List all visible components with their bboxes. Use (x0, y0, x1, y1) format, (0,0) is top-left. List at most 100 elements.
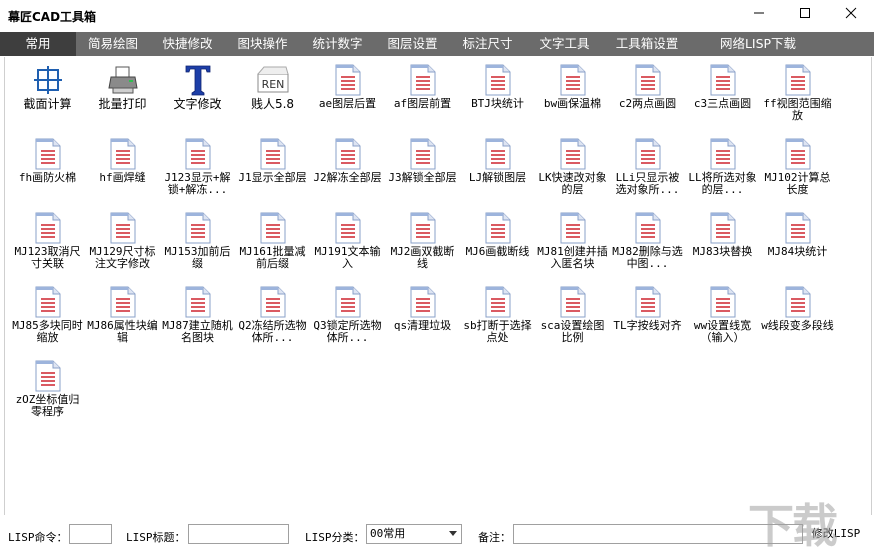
tool-item[interactable]: J123显示+解锁+解冻... (160, 137, 235, 211)
tool-item-label: MJ83块替换 (692, 245, 753, 258)
tool-item[interactable]: TL字按线对齐 (610, 285, 685, 359)
document-icon (181, 211, 215, 245)
tab-statistics[interactable]: 统计数字 (300, 32, 375, 56)
tool-item-label: J3解锁全部层 (388, 171, 457, 184)
tool-item-label: w线段变多段线 (761, 319, 834, 332)
tool-item[interactable]: MJ86属性块编辑 (85, 285, 160, 359)
tool-item[interactable]: MJ6画截断线 (460, 211, 535, 285)
tool-item[interactable]: MJ2画双截断线 (385, 211, 460, 285)
tool-item-label: af图层前置 (393, 97, 452, 110)
document-icon (106, 211, 140, 245)
tool-item-label: Q2冻结所选物体所... (238, 319, 307, 344)
tool-item-label: J123显示+解锁+解冻... (164, 171, 231, 196)
document-icon (706, 137, 740, 171)
tool-item[interactable]: Q2冻结所选物体所... (235, 285, 310, 359)
tool-item[interactable]: J2解冻全部层 (310, 137, 385, 211)
tool-item-label: Q3锁定所选物体所... (313, 319, 382, 344)
minimize-button[interactable] (736, 0, 782, 26)
tool-item-label: MJ81创建并插入匿名块 (537, 245, 608, 270)
tool-item[interactable]: MJ85多块同时缩放 (10, 285, 85, 359)
document-icon (31, 211, 65, 245)
tool-item[interactable]: qs清理垃圾 (385, 285, 460, 359)
tool-item[interactable]: LJ解锁图层 (460, 137, 535, 211)
tool-item-label: 批量打印 (98, 97, 147, 111)
tab-simple-drawing[interactable]: 简易绘图 (76, 32, 150, 56)
tool-item[interactable]: c2两点画圆 (610, 63, 685, 137)
document-icon (256, 211, 290, 245)
document-icon (631, 211, 665, 245)
document-icon (481, 137, 515, 171)
document-icon (331, 137, 365, 171)
close-button[interactable] (828, 0, 874, 26)
tab-toolbox-settings[interactable]: 工具箱设置 (604, 32, 690, 56)
lisp-category-select[interactable]: 00常用 (366, 524, 462, 544)
tool-item[interactable]: 文字修改 (160, 63, 235, 137)
tool-item-label: bw画保温棉 (543, 97, 602, 110)
tool-item[interactable]: REN 贱人5.8 (235, 63, 310, 137)
tool-item[interactable]: ff视图范围缩放 (760, 63, 835, 137)
tool-item[interactable]: w线段变多段线 (760, 285, 835, 359)
tab-text-tools[interactable]: 文字工具 (525, 32, 604, 56)
printer-icon (106, 63, 140, 97)
tool-item[interactable]: MJ83块替换 (685, 211, 760, 285)
tool-item[interactable]: MJ161批量减前后缀 (235, 211, 310, 285)
tool-item-label: MJ129尺寸标注文字修改 (89, 245, 156, 270)
tab-common[interactable]: 常用 (0, 32, 76, 56)
tool-item[interactable]: BTJ块统计 (460, 63, 535, 137)
tool-item[interactable]: hf画焊缝 (85, 137, 160, 211)
tab-block-ops[interactable]: 图块操作 (225, 32, 300, 56)
tool-item[interactable]: MJ84块统计 (760, 211, 835, 285)
tool-item[interactable]: MJ81创建并插入匿名块 (535, 211, 610, 285)
tool-item[interactable]: ww设置线宽（输入） (685, 285, 760, 359)
tool-item[interactable]: Q3锁定所选物体所... (310, 285, 385, 359)
tool-item-label: ae图层后置 (318, 97, 377, 110)
tool-item[interactable]: LLi只显示被选对象所... (610, 137, 685, 211)
tool-item[interactable]: af图层前置 (385, 63, 460, 137)
lisp-title-label: LISP标题： (126, 531, 186, 544)
lisp-command-input[interactable] (69, 524, 112, 544)
tab-lisp-download[interactable]: 网络LISP下载 (690, 32, 826, 56)
tool-item[interactable]: sca设置绘图比例 (535, 285, 610, 359)
document-icon (706, 211, 740, 245)
lisp-title-input[interactable] (188, 524, 289, 544)
tool-item-label: MJ153加前后缀 (164, 245, 231, 270)
tool-item-label: ww设置线宽（输入） (693, 319, 752, 344)
tool-item[interactable]: MJ129尺寸标注文字修改 (85, 211, 160, 285)
document-icon (781, 137, 815, 171)
document-icon (781, 211, 815, 245)
tool-item[interactable]: J1显示全部层 (235, 137, 310, 211)
tool-item[interactable]: zOZ坐标值归零程序 (10, 359, 85, 433)
tool-item-label: MJ87建立随机名图块 (162, 319, 233, 344)
tool-item-label: J1显示全部层 (238, 171, 307, 184)
maximize-button[interactable] (782, 0, 828, 26)
tab-dimension[interactable]: 标注尺寸 (450, 32, 525, 56)
tool-item[interactable]: MJ82删除与选中图... (610, 211, 685, 285)
tool-item-label: 截面计算 (23, 97, 72, 111)
tool-item[interactable]: MJ191文本输入 (310, 211, 385, 285)
tool-item[interactable]: J3解锁全部层 (385, 137, 460, 211)
tool-item[interactable]: bw画保温棉 (535, 63, 610, 137)
document-icon (781, 285, 815, 319)
tool-item[interactable]: 截面计算 (10, 63, 85, 137)
tool-item[interactable]: c3三点画圆 (685, 63, 760, 137)
tool-item[interactable]: MJ153加前后缀 (160, 211, 235, 285)
tool-item[interactable]: MJ102计算总长度 (760, 137, 835, 211)
tool-item[interactable]: fh画防火棉 (10, 137, 85, 211)
tool-item[interactable]: MJ87建立随机名图块 (160, 285, 235, 359)
window-title: 幕匠CAD工具箱 (8, 10, 97, 24)
tab-layer-settings[interactable]: 图层设置 (375, 32, 450, 56)
tool-item-label: MJ123取消尺寸关联 (14, 245, 81, 270)
lisp-category-label: LISP分类： (305, 531, 365, 544)
tool-item-label: MJ102计算总长度 (764, 171, 831, 196)
document-icon (406, 211, 440, 245)
tool-item-label: ff视图范围缩放 (763, 97, 832, 122)
tool-item[interactable]: sb打断于选择点处 (460, 285, 535, 359)
tab-quick-modify[interactable]: 快捷修改 (150, 32, 225, 56)
tool-item-label: J2解冻全部层 (313, 171, 382, 184)
tool-item[interactable]: 批量打印 (85, 63, 160, 137)
tool-item[interactable]: ae图层后置 (310, 63, 385, 137)
crosshair-icon (31, 63, 65, 97)
tool-item[interactable]: LK快速改对象的层 (535, 137, 610, 211)
tool-item[interactable]: LL将所选对象的层... (685, 137, 760, 211)
tool-item[interactable]: MJ123取消尺寸关联 (10, 211, 85, 285)
